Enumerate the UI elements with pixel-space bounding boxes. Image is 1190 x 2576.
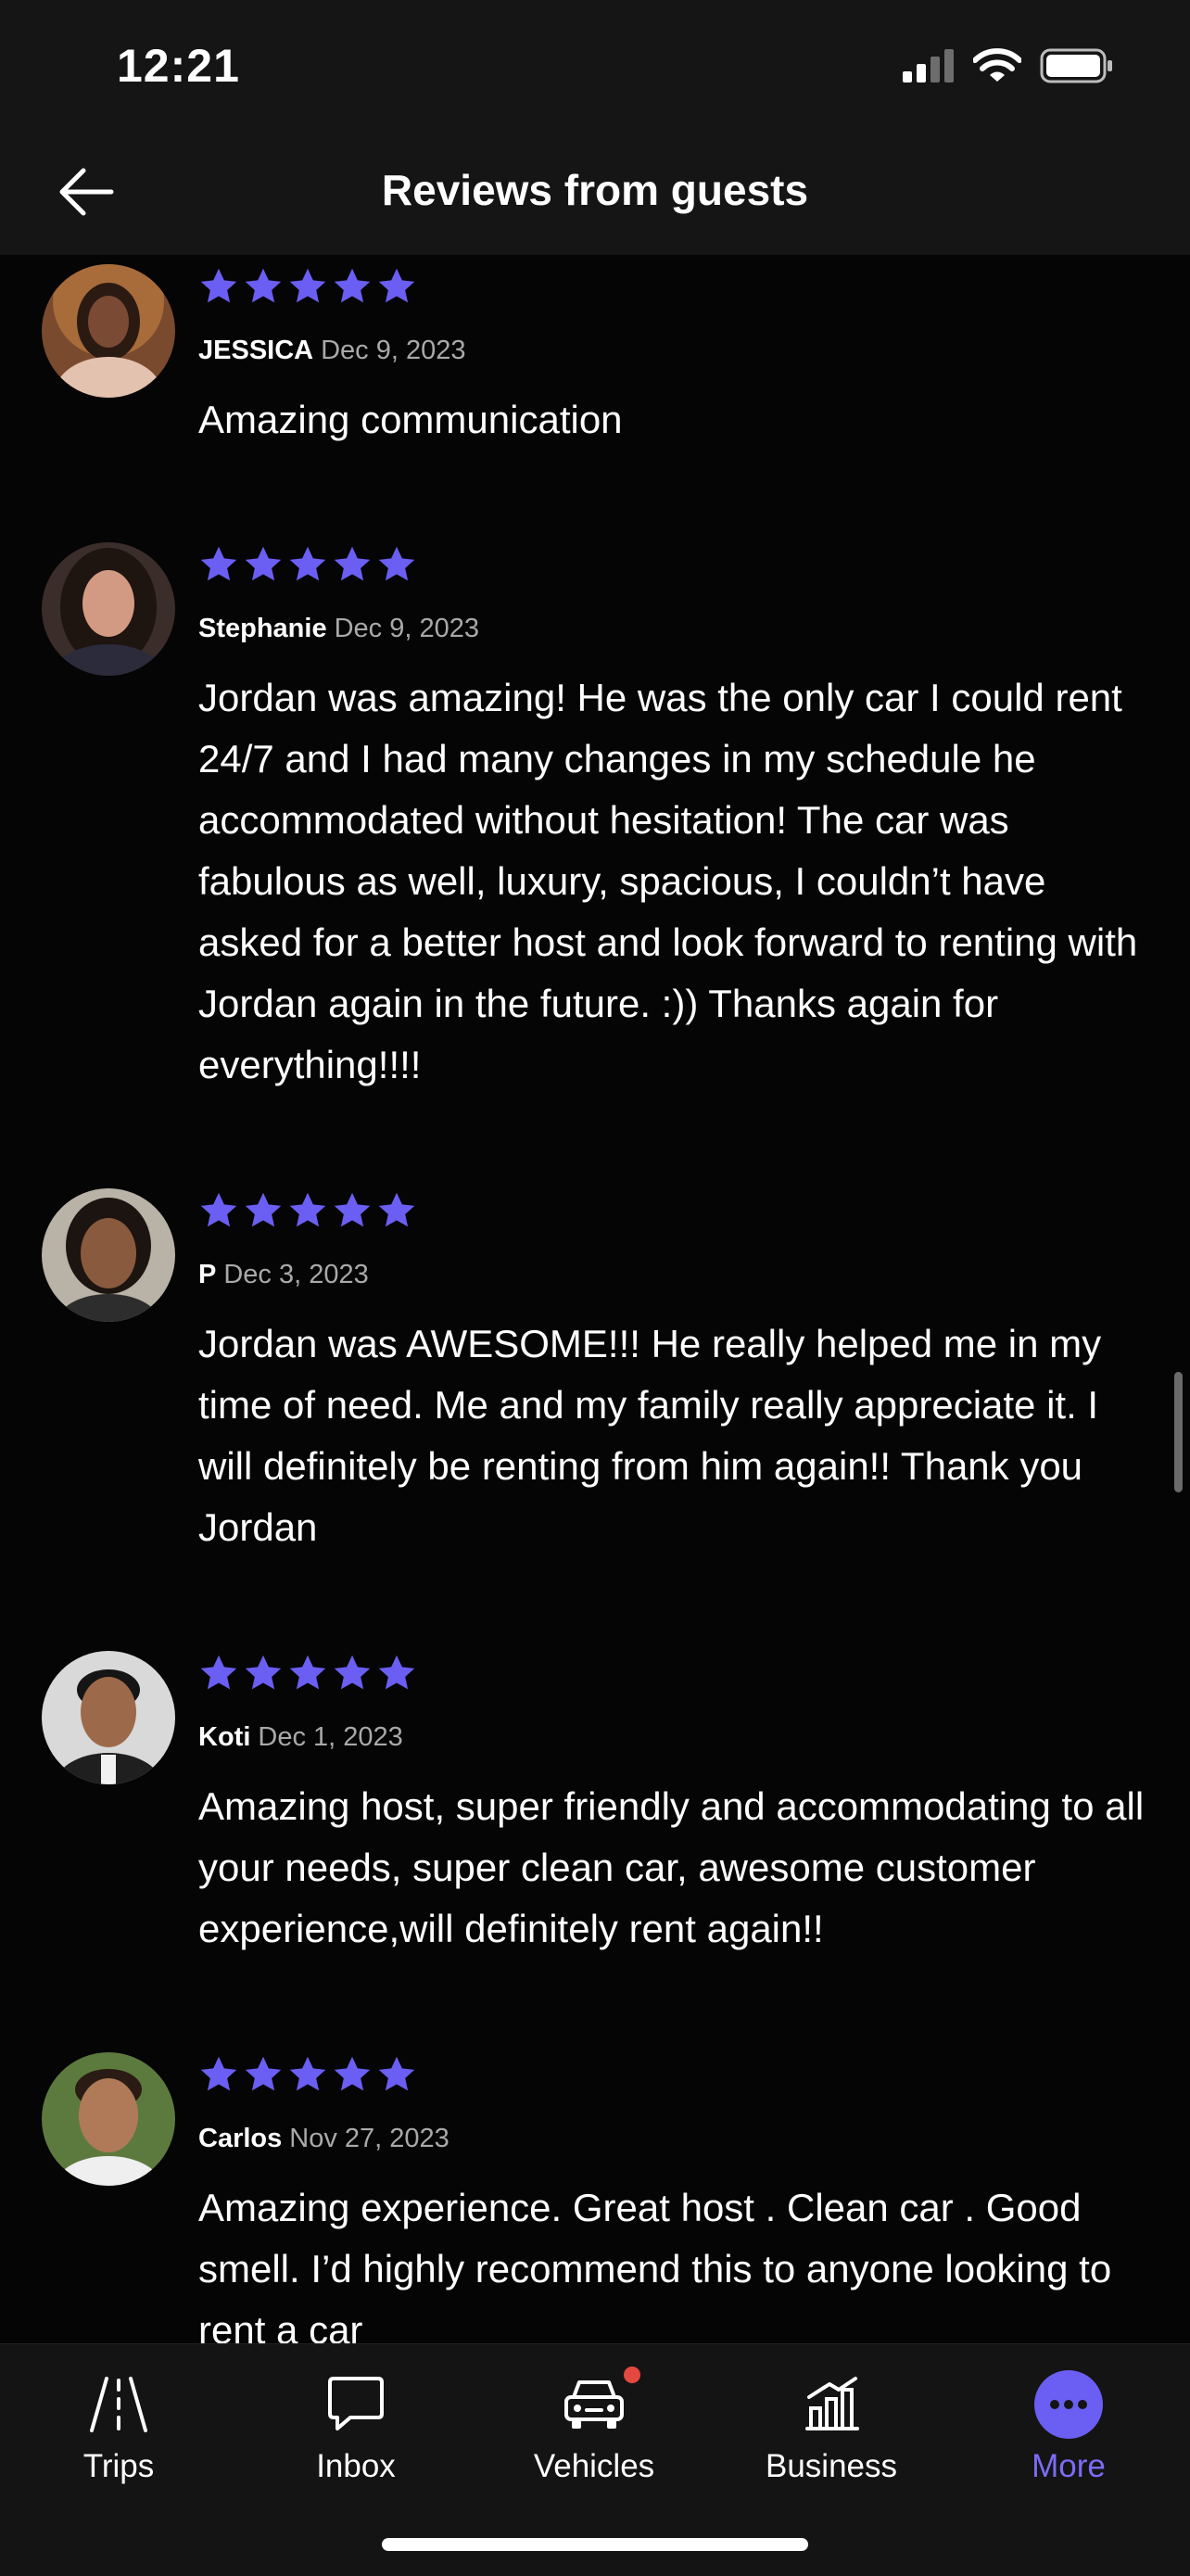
status-time: 12:21 (117, 40, 240, 92)
tab-vehicles[interactable]: Vehicles (501, 2363, 687, 2485)
star-rating (198, 2054, 417, 2095)
review-text: Amazing experience. Great host . Clean c… (198, 2186, 1112, 2343)
star-icon (200, 268, 237, 303)
review-meta: P Dec 3, 2023 (198, 1260, 369, 1290)
star-rating (198, 266, 417, 307)
star-icon (334, 268, 371, 303)
star-icon (289, 1655, 326, 1690)
tab-label: Inbox (316, 2448, 396, 2484)
star-icon (245, 1655, 282, 1690)
review-meta: Koti Dec 1, 2023 (198, 1722, 403, 1753)
star-icon (200, 1192, 237, 1227)
battery-icon (1040, 48, 1112, 83)
review-text: Jordan was amazing! He was the only car … (198, 676, 1138, 1086)
reviewer-name: Stephanie (198, 614, 327, 643)
avatar (42, 1188, 175, 1322)
tab-inbox[interactable]: Inbox (263, 2363, 449, 2485)
star-rating (198, 1653, 417, 1694)
star-icon (378, 2056, 415, 2091)
star-icon (289, 1192, 326, 1227)
star-icon (245, 546, 282, 581)
review-date: Dec 9, 2023 (321, 336, 466, 365)
star-icon (378, 1192, 415, 1227)
star-icon (378, 268, 415, 303)
wifi-icon (973, 48, 1021, 82)
star-icon (334, 546, 371, 581)
star-icon (289, 2056, 326, 2091)
review-text: Amazing host, super friendly and accommo… (198, 1784, 1145, 1950)
avatar (42, 264, 175, 398)
scrollbar[interactable] (1174, 1372, 1183, 1492)
bar-chart-icon (805, 2377, 859, 2430)
review-date: Dec 1, 2023 (258, 1722, 403, 1752)
tab-label: Business (765, 2448, 898, 2484)
reviewer-name: Carlos (198, 2124, 283, 2153)
avatar (42, 1651, 175, 1784)
star-icon (378, 1655, 415, 1690)
reviewer-name: P (198, 1260, 217, 1289)
tab-more[interactable]: More (976, 2363, 1161, 2485)
review-meta: Carlos Nov 27, 2023 (198, 2124, 449, 2154)
star-icon (289, 546, 326, 581)
star-icon (245, 268, 282, 303)
reviewer-name: Koti (198, 1722, 251, 1752)
review-date: Dec 9, 2023 (334, 614, 479, 643)
review-text: Amazing communication (198, 398, 623, 441)
star-icon (200, 1655, 237, 1690)
avatar (42, 542, 175, 676)
page-title: Reviews from guests (381, 166, 809, 214)
review-date: Dec 3, 2023 (223, 1260, 369, 1289)
star-rating (198, 544, 417, 585)
review-text: Jordan was AWESOME!!! He really helped m… (198, 1322, 1102, 1549)
status-icons (903, 48, 1114, 83)
car-icon (564, 2380, 624, 2429)
star-icon (245, 2056, 282, 2091)
star-icon (289, 268, 326, 303)
avatar (42, 2052, 175, 2186)
review-date: Nov 27, 2023 (289, 2124, 449, 2153)
star-icon (200, 546, 237, 581)
tab-label: More (1032, 2448, 1106, 2484)
review-meta: JESSICA Dec 9, 2023 (198, 336, 466, 366)
more-dots-icon (1034, 2370, 1103, 2439)
star-icon (245, 1192, 282, 1227)
tab-business[interactable]: Business (739, 2363, 924, 2485)
star-icon (334, 2056, 371, 2091)
reviewer-name: JESSICA (198, 336, 314, 365)
reviews-list[interactable]: JESSICA Dec 9, 2023 Amazing communication… (0, 255, 1190, 2343)
star-icon (378, 546, 415, 581)
tab-label: Trips (82, 2448, 155, 2484)
tab-trips[interactable]: Trips (26, 2363, 211, 2485)
star-icon (334, 1655, 371, 1690)
notification-dot (624, 2367, 640, 2383)
review-meta: Stephanie Dec 9, 2023 (198, 614, 479, 644)
cellular-signal-icon (903, 49, 954, 82)
header: Reviews from guests (0, 130, 1190, 255)
star-rating (198, 1190, 417, 1231)
chat-bubble-icon (328, 2377, 384, 2430)
tab-label: Vehicles (533, 2448, 655, 2484)
status-bar: 12:21 (0, 0, 1190, 130)
home-indicator[interactable] (382, 2538, 808, 2551)
star-icon (334, 1192, 371, 1227)
star-icon (200, 2056, 237, 2091)
road-icon (90, 2377, 147, 2432)
